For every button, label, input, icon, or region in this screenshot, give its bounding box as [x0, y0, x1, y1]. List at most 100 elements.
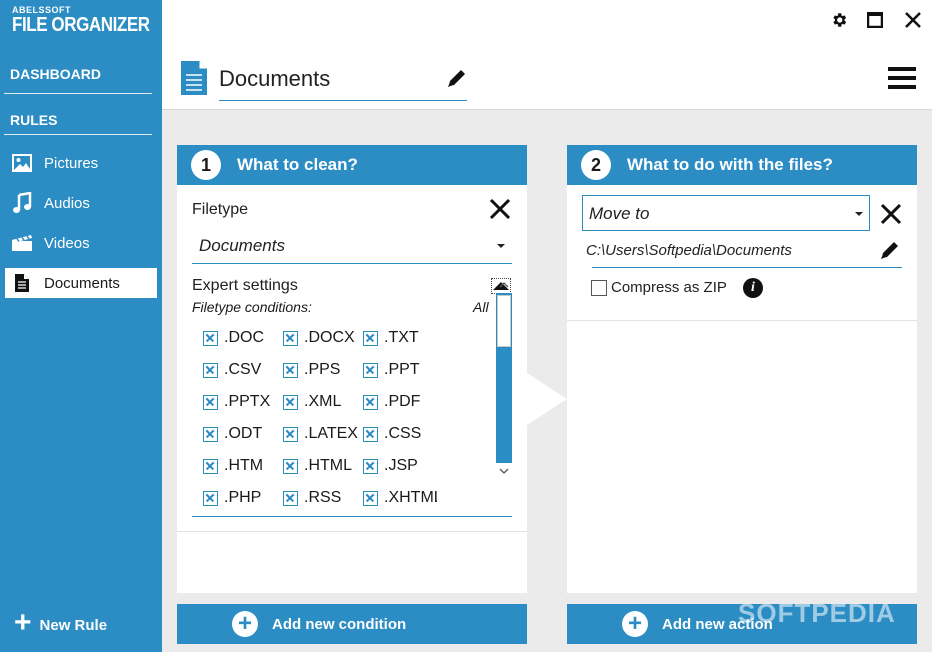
app-logo: ABELSSOFT FILE ORGANIZER — [12, 6, 174, 36]
extension-checkbox[interactable]: .JSP — [363, 457, 441, 475]
extension-checkbox[interactable]: .PPS — [283, 361, 361, 379]
scroll-down-icon[interactable] — [499, 467, 509, 475]
checked-box-icon — [363, 362, 378, 378]
add-condition-button[interactable]: + Add new condition — [177, 604, 527, 644]
checked-box-icon — [203, 458, 218, 474]
checked-box-icon — [363, 458, 378, 474]
action-select[interactable]: Move to — [582, 195, 870, 231]
extension-label: .TXT — [384, 329, 419, 346]
header: Documents — [162, 0, 932, 110]
sidebar-divider — [4, 93, 152, 94]
extension-label: .DOCX — [304, 329, 355, 346]
logo-product: FILE ORGANIZER — [12, 14, 150, 36]
extension-label: .XHTML — [384, 489, 437, 506]
extension-label: .PPS — [304, 361, 341, 378]
extension-scrollbar[interactable] — [495, 281, 513, 477]
sidebar-item-pictures[interactable]: Pictures — [5, 148, 157, 178]
extension-checkbox[interactable]: .DOC — [203, 329, 281, 347]
maximize-icon[interactable] — [865, 10, 885, 30]
extension-checkbox[interactable]: .TXT — [363, 329, 441, 347]
step-number: 1 — [191, 150, 221, 180]
extension-label: .PPT — [384, 361, 420, 378]
music-note-icon — [10, 192, 34, 213]
checked-box-icon — [283, 362, 298, 378]
filetype-dropdown[interactable]: Documents — [199, 236, 285, 256]
compress-zip-checkbox[interactable] — [591, 280, 607, 296]
sidebar-item-videos[interactable]: Videos — [5, 228, 157, 258]
extension-checkbox[interactable]: .XML — [283, 393, 361, 411]
checked-box-icon — [283, 426, 298, 442]
extension-checkbox[interactable]: .LATEX — [283, 425, 361, 443]
new-rule-label: New Rule — [39, 616, 108, 634]
page-title[interactable]: Documents — [219, 66, 330, 92]
extension-label: .CSS — [384, 425, 422, 442]
extension-label: .PDF — [384, 393, 421, 410]
sidebar-rules-heading: RULES — [10, 112, 58, 128]
clapperboard-icon — [10, 233, 34, 253]
filetype-label: Filetype — [192, 201, 249, 218]
extension-checkbox[interactable]: .RSS — [283, 489, 361, 507]
destination-path[interactable]: C:\Users\Softpedia\Documents — [586, 242, 792, 259]
extension-checkbox[interactable]: .CSS — [363, 425, 441, 443]
menu-hamburger-icon[interactable] — [888, 67, 916, 91]
extension-checkbox[interactable]: .HTML — [283, 457, 361, 475]
action-panel-title: What to do with the files? — [627, 155, 833, 174]
sidebar-item-label: Audios — [44, 194, 90, 212]
extension-label: .ODT — [224, 425, 263, 442]
extension-checkbox[interactable]: .ODT — [203, 425, 281, 443]
extension-label: .PPTX — [224, 393, 271, 410]
clean-panel: 1 What to clean? Filetype Documents Expe… — [177, 145, 527, 593]
checked-box-icon — [363, 330, 378, 346]
extension-checkbox[interactable]: .PHP — [203, 489, 281, 507]
sidebar-item-documents[interactable]: Documents — [5, 268, 157, 298]
document-title-icon — [180, 60, 208, 101]
new-rule-button[interactable]: + New Rule — [14, 608, 108, 638]
info-icon[interactable]: i — [743, 278, 763, 298]
close-window-icon[interactable] — [903, 10, 923, 30]
action-panel: 2 What to do with the files? Move to C:\… — [567, 145, 917, 593]
checked-box-icon — [203, 330, 218, 346]
remove-condition-icon[interactable] — [489, 198, 511, 225]
path-underline — [592, 267, 902, 268]
extension-checkbox[interactable]: .HTM — [203, 457, 281, 475]
scroll-up-icon[interactable] — [499, 281, 509, 289]
flow-arrow — [527, 373, 567, 425]
remove-action-icon[interactable] — [880, 203, 902, 230]
image-icon — [10, 153, 34, 173]
extension-label: .JSP — [384, 457, 418, 474]
settings-gear-icon[interactable] — [829, 10, 849, 30]
sidebar-dashboard[interactable]: DASHBOARD — [10, 66, 101, 82]
edit-path-pencil-icon[interactable] — [879, 239, 901, 266]
extension-checkbox[interactable]: .PPTX — [203, 393, 281, 411]
document-icon — [10, 273, 34, 293]
plus-circle-icon: + — [622, 611, 648, 637]
scroll-thumb[interactable] — [497, 295, 511, 347]
extension-checkbox[interactable]: .CSV — [203, 361, 281, 379]
chevron-down-icon[interactable] — [497, 244, 505, 248]
checked-box-icon — [203, 362, 218, 378]
extension-label: .LATEX — [304, 425, 358, 442]
sidebar-item-label: Documents — [44, 274, 120, 292]
extension-label: .HTML — [304, 457, 352, 474]
divider — [567, 320, 917, 321]
extension-checkbox[interactable]: .DOCX — [283, 329, 361, 347]
plus-icon: + — [14, 606, 32, 639]
action-select-value: Move to — [589, 204, 650, 223]
checked-box-icon — [203, 426, 218, 442]
extension-label: .CSV — [224, 361, 262, 378]
clean-panel-title: What to clean? — [237, 155, 358, 174]
extension-checkbox[interactable]: .XHTML — [363, 489, 437, 507]
checked-box-icon — [363, 490, 378, 506]
checked-box-icon — [363, 394, 378, 410]
extension-label: .RSS — [304, 489, 342, 506]
action-panel-header: 2 What to do with the files? — [567, 145, 917, 185]
sidebar: ABELSSOFT FILE ORGANIZER DASHBOARD RULES… — [0, 0, 162, 652]
extension-checkbox[interactable]: .PPT — [363, 361, 441, 379]
step-number: 2 — [581, 150, 611, 180]
sidebar-item-audios[interactable]: Audios — [5, 188, 157, 218]
watermark: SOFTPEDIA — [738, 598, 896, 628]
edit-pencil-icon[interactable] — [446, 67, 468, 94]
extension-checkbox[interactable]: .PDF — [363, 393, 441, 411]
divider — [177, 531, 527, 532]
sidebar-item-label: Pictures — [44, 154, 99, 172]
